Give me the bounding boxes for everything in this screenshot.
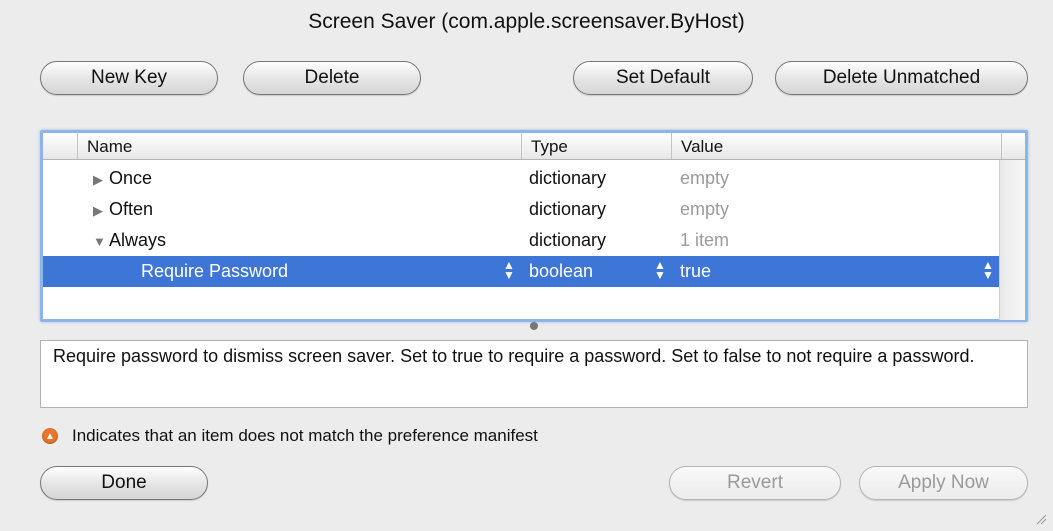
column-separator: [671, 133, 672, 159]
table-row[interactable]: ▶ Once dictionary empty: [43, 163, 1001, 193]
delete-button[interactable]: Delete: [243, 61, 421, 95]
type-stepper-icon[interactable]: ▲ ▼: [654, 259, 666, 281]
row-type: dictionary: [529, 168, 607, 188]
table-row[interactable]: ▶ Often dictionary empty: [43, 194, 1001, 224]
table-header: Name Type Value: [43, 133, 1025, 160]
disclosure-triangle-collapsed-icon[interactable]: ▶: [93, 203, 109, 219]
column-separator: [1001, 133, 1002, 159]
column-header-type[interactable]: Type: [531, 137, 568, 157]
split-divider-handle[interactable]: [530, 322, 538, 330]
window-title: Screen Saver (com.apple.screensaver.ByHo…: [308, 10, 745, 33]
vertical-scrollbar[interactable]: [999, 160, 1025, 320]
row-name: Always: [109, 230, 167, 250]
row-name: Often: [109, 199, 154, 219]
table-row[interactable]: ▼ Always dictionary 1 item: [43, 225, 1001, 255]
disclosure-triangle-collapsed-icon[interactable]: ▶: [93, 172, 109, 188]
value-stepper-icon[interactable]: ▲ ▼: [982, 259, 994, 281]
disclosure-triangle-expanded-icon[interactable]: ▼: [93, 234, 109, 249]
warning-badge-icon: ▲: [42, 428, 58, 444]
description-text: Require password to dismiss screen saver…: [40, 340, 1028, 408]
done-button[interactable]: Done: [40, 466, 208, 500]
apply-now-button[interactable]: Apply Now: [859, 466, 1028, 500]
row-value-popup[interactable]: true: [680, 261, 711, 282]
new-key-button[interactable]: New Key: [40, 61, 218, 95]
revert-button[interactable]: Revert: [669, 466, 841, 500]
row-type: dictionary: [529, 230, 607, 250]
preferences-table[interactable]: Name Type Value ▶ Once dictionary empty ▶…: [40, 130, 1028, 322]
column-header-name[interactable]: Name: [87, 137, 132, 157]
row-value: empty: [680, 168, 730, 188]
row-type: dictionary: [529, 199, 607, 219]
delete-unmatched-button[interactable]: Delete Unmatched: [775, 61, 1028, 95]
column-header-value[interactable]: Value: [681, 137, 723, 157]
table-row-selected[interactable]: Require Password ▲ ▼ boolean ▲ ▼ true ▲ ▼: [43, 256, 1001, 287]
set-default-button[interactable]: Set Default: [573, 61, 753, 95]
row-value: empty: [680, 199, 730, 219]
row-type-popup[interactable]: boolean: [529, 261, 593, 282]
column-separator: [77, 133, 78, 159]
manifest-legend: ▲ Indicates that an item does not match …: [42, 426, 538, 446]
legend-text: Indicates that an item does not match th…: [72, 426, 538, 445]
row-value: 1 item: [680, 230, 730, 250]
row-name: Require Password: [141, 261, 289, 281]
resize-grip-icon[interactable]: [1035, 513, 1047, 525]
column-separator: [521, 133, 522, 159]
row-name: Once: [109, 168, 153, 188]
name-stepper-icon[interactable]: ▲ ▼: [503, 259, 515, 281]
